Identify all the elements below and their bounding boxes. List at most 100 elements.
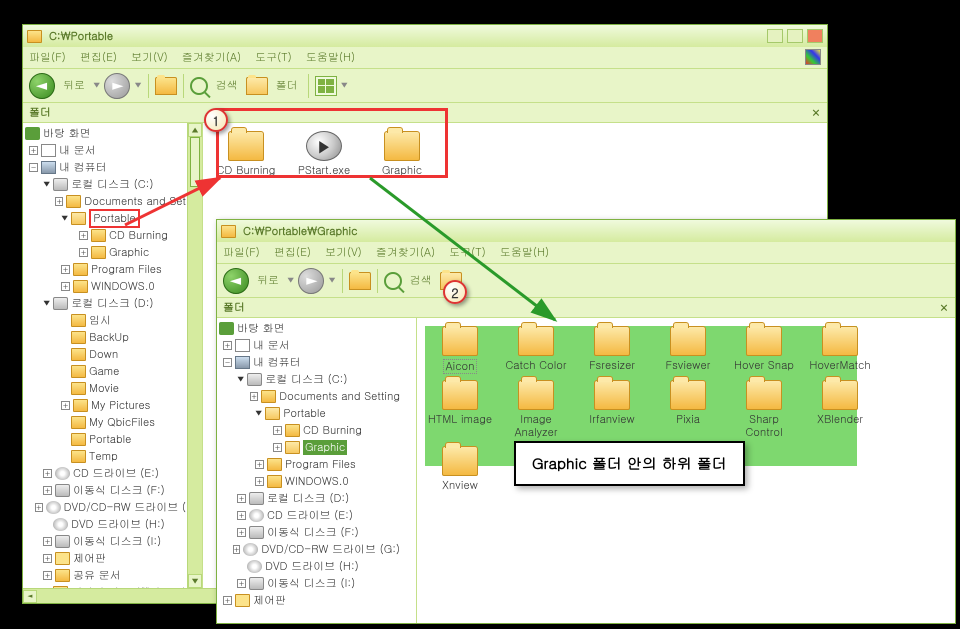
collapse-icon[interactable]: ▼ bbox=[43, 298, 50, 309]
expand-icon[interactable]: + bbox=[61, 282, 70, 291]
expand-icon[interactable]: + bbox=[273, 443, 282, 452]
titlebar-2[interactable]: C:\Portable\Graphic bbox=[217, 220, 955, 242]
expand-icon[interactable]: + bbox=[273, 426, 282, 435]
collapse-icon[interactable]: ▼ bbox=[237, 374, 244, 385]
tree-graphic[interactable]: Graphic bbox=[109, 245, 149, 260]
up-button[interactable] bbox=[155, 77, 177, 95]
tree-removable-f[interactable]: 이동식 디스크 (F:) bbox=[267, 525, 359, 540]
collapse-icon[interactable]: - bbox=[29, 163, 38, 172]
scroll-down-icon[interactable]: ▼ bbox=[188, 574, 202, 588]
tree-mydocs[interactable]: 내 문서 bbox=[253, 338, 290, 353]
item-catchcolor[interactable]: Catch Color bbox=[501, 326, 571, 374]
menu-help[interactable]: 도움말(H) bbox=[500, 245, 549, 260]
item-pixia[interactable]: Pixia bbox=[653, 380, 723, 439]
tree-backup[interactable]: BackUp bbox=[89, 330, 129, 345]
tree-scrollbar[interactable]: ▲ ▼ bbox=[187, 123, 202, 588]
back-dropdown-icon[interactable]: ▼ bbox=[93, 80, 100, 91]
expand-icon[interactable]: + bbox=[61, 401, 70, 410]
forward-dropdown-icon[interactable]: ▼ bbox=[134, 80, 141, 91]
collapse-icon[interactable]: ▼ bbox=[43, 179, 50, 190]
tree-desktop[interactable]: 바탕 화면 bbox=[43, 126, 91, 141]
item-htmlimage[interactable]: HTML image bbox=[425, 380, 495, 439]
item-graphic[interactable]: Graphic bbox=[367, 131, 437, 177]
tree-graphic[interactable]: Graphic bbox=[303, 440, 347, 455]
menu-file[interactable]: 파일(F) bbox=[29, 50, 66, 65]
menu-tools[interactable]: 도구(T) bbox=[255, 50, 292, 65]
tree-removable-i[interactable]: 이동식 디스크 (I:) bbox=[267, 576, 355, 591]
item-imageanalyzer[interactable]: Image Analyzer bbox=[501, 380, 571, 439]
forward-button[interactable]: ► bbox=[104, 73, 130, 99]
item-hoversnap[interactable]: Hover Snap bbox=[729, 326, 799, 374]
tree-controlpanel[interactable]: 제어판 bbox=[253, 593, 286, 608]
tree-removable-f[interactable]: 이동식 디스크 (F:) bbox=[73, 483, 165, 498]
tree-mycomp[interactable]: 내 컴퓨터 bbox=[59, 160, 107, 175]
tree-dvd-h[interactable]: DVD 드라이브 (H:) bbox=[265, 559, 359, 574]
scroll-up-icon[interactable]: ▲ bbox=[188, 123, 202, 137]
expand-icon[interactable]: + bbox=[233, 545, 241, 554]
item-xblender[interactable]: XBlender bbox=[805, 380, 875, 439]
tree-cdburning[interactable]: CD Burning bbox=[303, 423, 362, 438]
tree-windows[interactable]: WINDOWS.0 bbox=[285, 474, 349, 489]
tree-dvd-g[interactable]: DVD/CD-RW 드라이브 (G:) bbox=[261, 542, 400, 557]
tree-movie[interactable]: Movie bbox=[89, 381, 119, 396]
expand-icon[interactable]: + bbox=[43, 571, 52, 580]
tree-game[interactable]: Game bbox=[89, 364, 119, 379]
menu-edit[interactable]: 편집(E) bbox=[274, 245, 311, 260]
item-cdburning[interactable]: CD Burning bbox=[211, 131, 281, 177]
close-folders-pane[interactable]: × bbox=[811, 104, 821, 121]
expand-icon[interactable]: + bbox=[223, 341, 232, 350]
expand-icon[interactable]: + bbox=[255, 460, 264, 469]
tree-controlpanel[interactable]: 제어판 bbox=[73, 551, 106, 566]
expand-icon[interactable]: + bbox=[255, 477, 264, 486]
tree-mydocs[interactable]: 내 문서 bbox=[59, 143, 96, 158]
search-icon[interactable] bbox=[384, 272, 402, 290]
tree-windows[interactable]: WINDOWS.0 bbox=[91, 279, 155, 294]
views-button[interactable] bbox=[315, 76, 337, 96]
expand-icon[interactable]: + bbox=[43, 486, 52, 495]
views-dropdown-icon[interactable]: ▼ bbox=[341, 80, 348, 91]
expand-icon[interactable]: + bbox=[43, 554, 52, 563]
tree-cdburning[interactable]: CD Burning bbox=[109, 228, 168, 243]
menu-file[interactable]: 파일(F) bbox=[223, 245, 260, 260]
expand-icon[interactable]: + bbox=[43, 469, 52, 478]
expand-icon[interactable]: + bbox=[43, 537, 52, 546]
item-hovermatch[interactable]: HoverMatch bbox=[805, 326, 875, 374]
menu-fav[interactable]: 즐겨찾기(A) bbox=[376, 245, 435, 260]
menu-view[interactable]: 보기(V) bbox=[325, 245, 362, 260]
menu-help[interactable]: 도움말(H) bbox=[306, 50, 355, 65]
tree-portable[interactable]: Portable bbox=[89, 209, 139, 228]
close-folders-pane[interactable]: × bbox=[939, 299, 949, 316]
tree-mycomp[interactable]: 내 컴퓨터 bbox=[253, 355, 301, 370]
tree-dvd-h[interactable]: DVD 드라이브 (H:) bbox=[71, 517, 165, 532]
expand-icon[interactable]: + bbox=[79, 248, 88, 257]
tree-other[interactable]: 기하비 컴퓨터""의 문서 bbox=[71, 585, 186, 588]
expand-icon[interactable]: + bbox=[55, 197, 63, 206]
menu-fav[interactable]: 즐겨찾기(A) bbox=[182, 50, 241, 65]
item-irfanview[interactable]: Irfanview bbox=[577, 380, 647, 439]
item-aicon[interactable]: Aicon bbox=[425, 326, 495, 374]
expand-icon[interactable]: + bbox=[237, 528, 246, 537]
folder-tree-1[interactable]: 바탕 화면 +내 문서 -내 컴퓨터 ▼로컬 디스크 (C:) +Documen… bbox=[23, 123, 203, 588]
search-icon[interactable] bbox=[190, 77, 208, 95]
item-sharpcontrol[interactable]: Sharp Control bbox=[729, 380, 799, 439]
expand-icon[interactable]: + bbox=[79, 231, 88, 240]
tree-drive-d[interactable]: 로컬 디스크 (D:) bbox=[71, 296, 153, 311]
tree-desktop[interactable]: 바탕 화면 bbox=[237, 321, 285, 336]
forward-button[interactable]: ► bbox=[298, 268, 324, 294]
expand-icon[interactable]: + bbox=[250, 392, 258, 401]
tree-drive-c[interactable]: 로컬 디스크 (C:) bbox=[71, 177, 153, 192]
tree-docs-settings[interactable]: Documents and Setting bbox=[279, 389, 400, 404]
tree-qbic[interactable]: My QbicFiles bbox=[89, 415, 155, 430]
expand-icon[interactable]: + bbox=[29, 146, 38, 155]
tree-drive-c[interactable]: 로컬 디스크 (C:) bbox=[265, 372, 347, 387]
back-button[interactable]: ◄ bbox=[223, 268, 249, 294]
collapse-icon[interactable]: - bbox=[223, 358, 232, 367]
item-fsviewer[interactable]: Fsviewer bbox=[653, 326, 723, 374]
expand-icon[interactable]: + bbox=[237, 579, 246, 588]
tree-cd-e[interactable]: CD 드라이브 (E:) bbox=[73, 466, 159, 481]
back-button[interactable]: ◄ bbox=[29, 73, 55, 99]
menu-view[interactable]: 보기(V) bbox=[131, 50, 168, 65]
menu-edit[interactable]: 편집(E) bbox=[80, 50, 117, 65]
collapse-icon[interactable]: ▼ bbox=[61, 213, 68, 224]
expand-icon[interactable]: + bbox=[237, 494, 246, 503]
